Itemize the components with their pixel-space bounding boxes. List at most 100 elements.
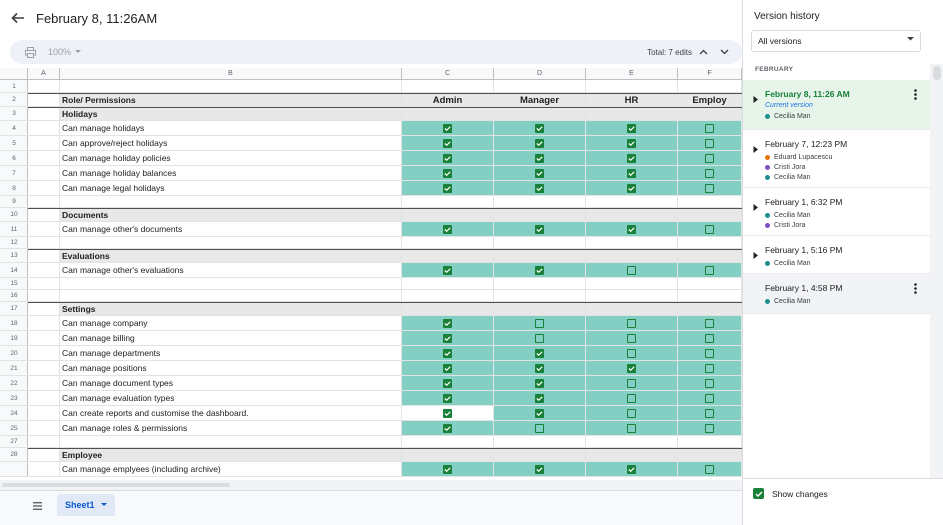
version-item[interactable]: February 8, 11:26 AM Current version Cecil… [743,80,930,130]
cell[interactable] [678,237,742,248]
permission-cell[interactable] [586,376,678,390]
back-button[interactable] [0,0,36,36]
column-header[interactable]: D [494,68,586,80]
checkbox-checked[interactable] [535,224,544,234]
cell[interactable] [586,250,678,262]
versions-filter-select[interactable]: All versions [751,30,921,52]
checkbox-unchecked[interactable] [627,423,636,433]
cell[interactable] [28,121,60,135]
permission-cell[interactable] [402,222,494,236]
cell[interactable] [28,237,60,248]
permission-cell[interactable] [494,331,586,345]
cell[interactable] [28,361,60,375]
checkbox-unchecked[interactable] [627,318,636,328]
row-number[interactable]: 21 [0,361,28,376]
cell[interactable] [28,181,60,195]
column-header[interactable]: A [28,68,60,80]
cell[interactable] [586,108,678,120]
cell[interactable] [28,94,60,106]
checkbox-unchecked[interactable] [705,423,714,433]
cell[interactable] [402,196,494,207]
row-number[interactable]: 25 [0,421,28,436]
checkbox-checked[interactable] [443,378,452,388]
checkbox-checked[interactable] [443,333,452,343]
checkbox-checked[interactable] [535,123,544,133]
cell[interactable] [60,436,402,447]
cell[interactable] [494,237,586,248]
checkbox-unchecked[interactable] [705,408,714,418]
permission-label[interactable]: Can manage company [60,316,402,330]
previous-edit-button[interactable] [696,45,710,59]
expand-version-button[interactable] [753,198,761,211]
cell[interactable] [60,196,402,207]
cell[interactable] [586,436,678,447]
permission-cell[interactable] [678,376,742,390]
cell[interactable] [586,80,678,92]
permission-cell[interactable] [678,331,742,345]
cell[interactable] [28,406,60,420]
permission-cell[interactable] [586,361,678,375]
cell[interactable] [494,278,586,289]
permission-cell[interactable] [402,361,494,375]
permission-cell[interactable] [402,316,494,330]
cell[interactable] [494,196,586,207]
row-number[interactable]: 6 [0,151,28,166]
checkbox-unchecked[interactable] [535,423,544,433]
permission-cell[interactable] [494,346,586,360]
checkbox-checked[interactable] [535,348,544,358]
checkbox-checked[interactable] [535,183,544,193]
checkbox-checked[interactable] [627,363,636,373]
permission-cell[interactable] [402,391,494,405]
row-number[interactable]: 2 [0,93,28,107]
cell[interactable] [28,421,60,435]
permission-cell[interactable] [402,121,494,135]
permission-cell[interactable] [402,346,494,360]
cell[interactable] [678,436,742,447]
permission-cell[interactable] [402,263,494,277]
permission-cell[interactable] [586,346,678,360]
checkbox-checked[interactable] [535,464,544,474]
permission-cell[interactable] [678,136,742,150]
permission-cell[interactable] [678,421,742,435]
permission-cell[interactable] [494,166,586,180]
cell[interactable] [28,263,60,277]
permission-cell[interactable] [586,166,678,180]
section-label-holidays[interactable]: Holidays [60,108,402,120]
header-hr-cell[interactable]: HR [586,94,678,106]
permission-cell[interactable] [586,263,678,277]
checkbox-unchecked[interactable] [705,123,714,133]
cell[interactable] [28,316,60,330]
checkbox-checked[interactable] [627,123,636,133]
permission-cell[interactable] [494,361,586,375]
checkbox-checked[interactable] [535,363,544,373]
version-more-button[interactable] [910,87,920,101]
cell[interactable] [28,462,60,476]
cell[interactable] [60,278,402,289]
checkbox-unchecked[interactable] [627,348,636,358]
cell[interactable] [494,209,586,221]
permission-cell[interactable] [494,263,586,277]
permission-cell[interactable] [494,151,586,165]
permission-label[interactable]: Can manage document types [60,376,402,390]
column-header[interactable]: C [402,68,494,80]
permission-cell[interactable] [678,121,742,135]
permission-label[interactable]: Can manage departments [60,346,402,360]
checkbox-checked[interactable] [535,168,544,178]
permission-cell[interactable] [494,406,586,420]
checkbox-unchecked[interactable] [627,393,636,403]
cell[interactable] [586,449,678,461]
version-item[interactable]: February 1, 5:16 PM Cecilia Man [743,236,930,274]
cell[interactable] [402,449,494,461]
cell[interactable] [494,436,586,447]
cell[interactable] [586,196,678,207]
permission-label[interactable]: Can manage legal holidays [60,181,402,195]
checkbox-checked[interactable] [443,224,452,234]
row-number[interactable]: 15 [0,278,28,290]
cell[interactable] [402,250,494,262]
permission-cell[interactable] [678,166,742,180]
row-number[interactable]: 9 [0,196,28,208]
permission-label[interactable]: Can manage billing [60,331,402,345]
cell[interactable] [678,209,742,221]
version-item[interactable]: February 1, 4:58 PM Cecilia Man [743,274,930,314]
sheet-tab[interactable]: Sheet1 [57,494,115,516]
